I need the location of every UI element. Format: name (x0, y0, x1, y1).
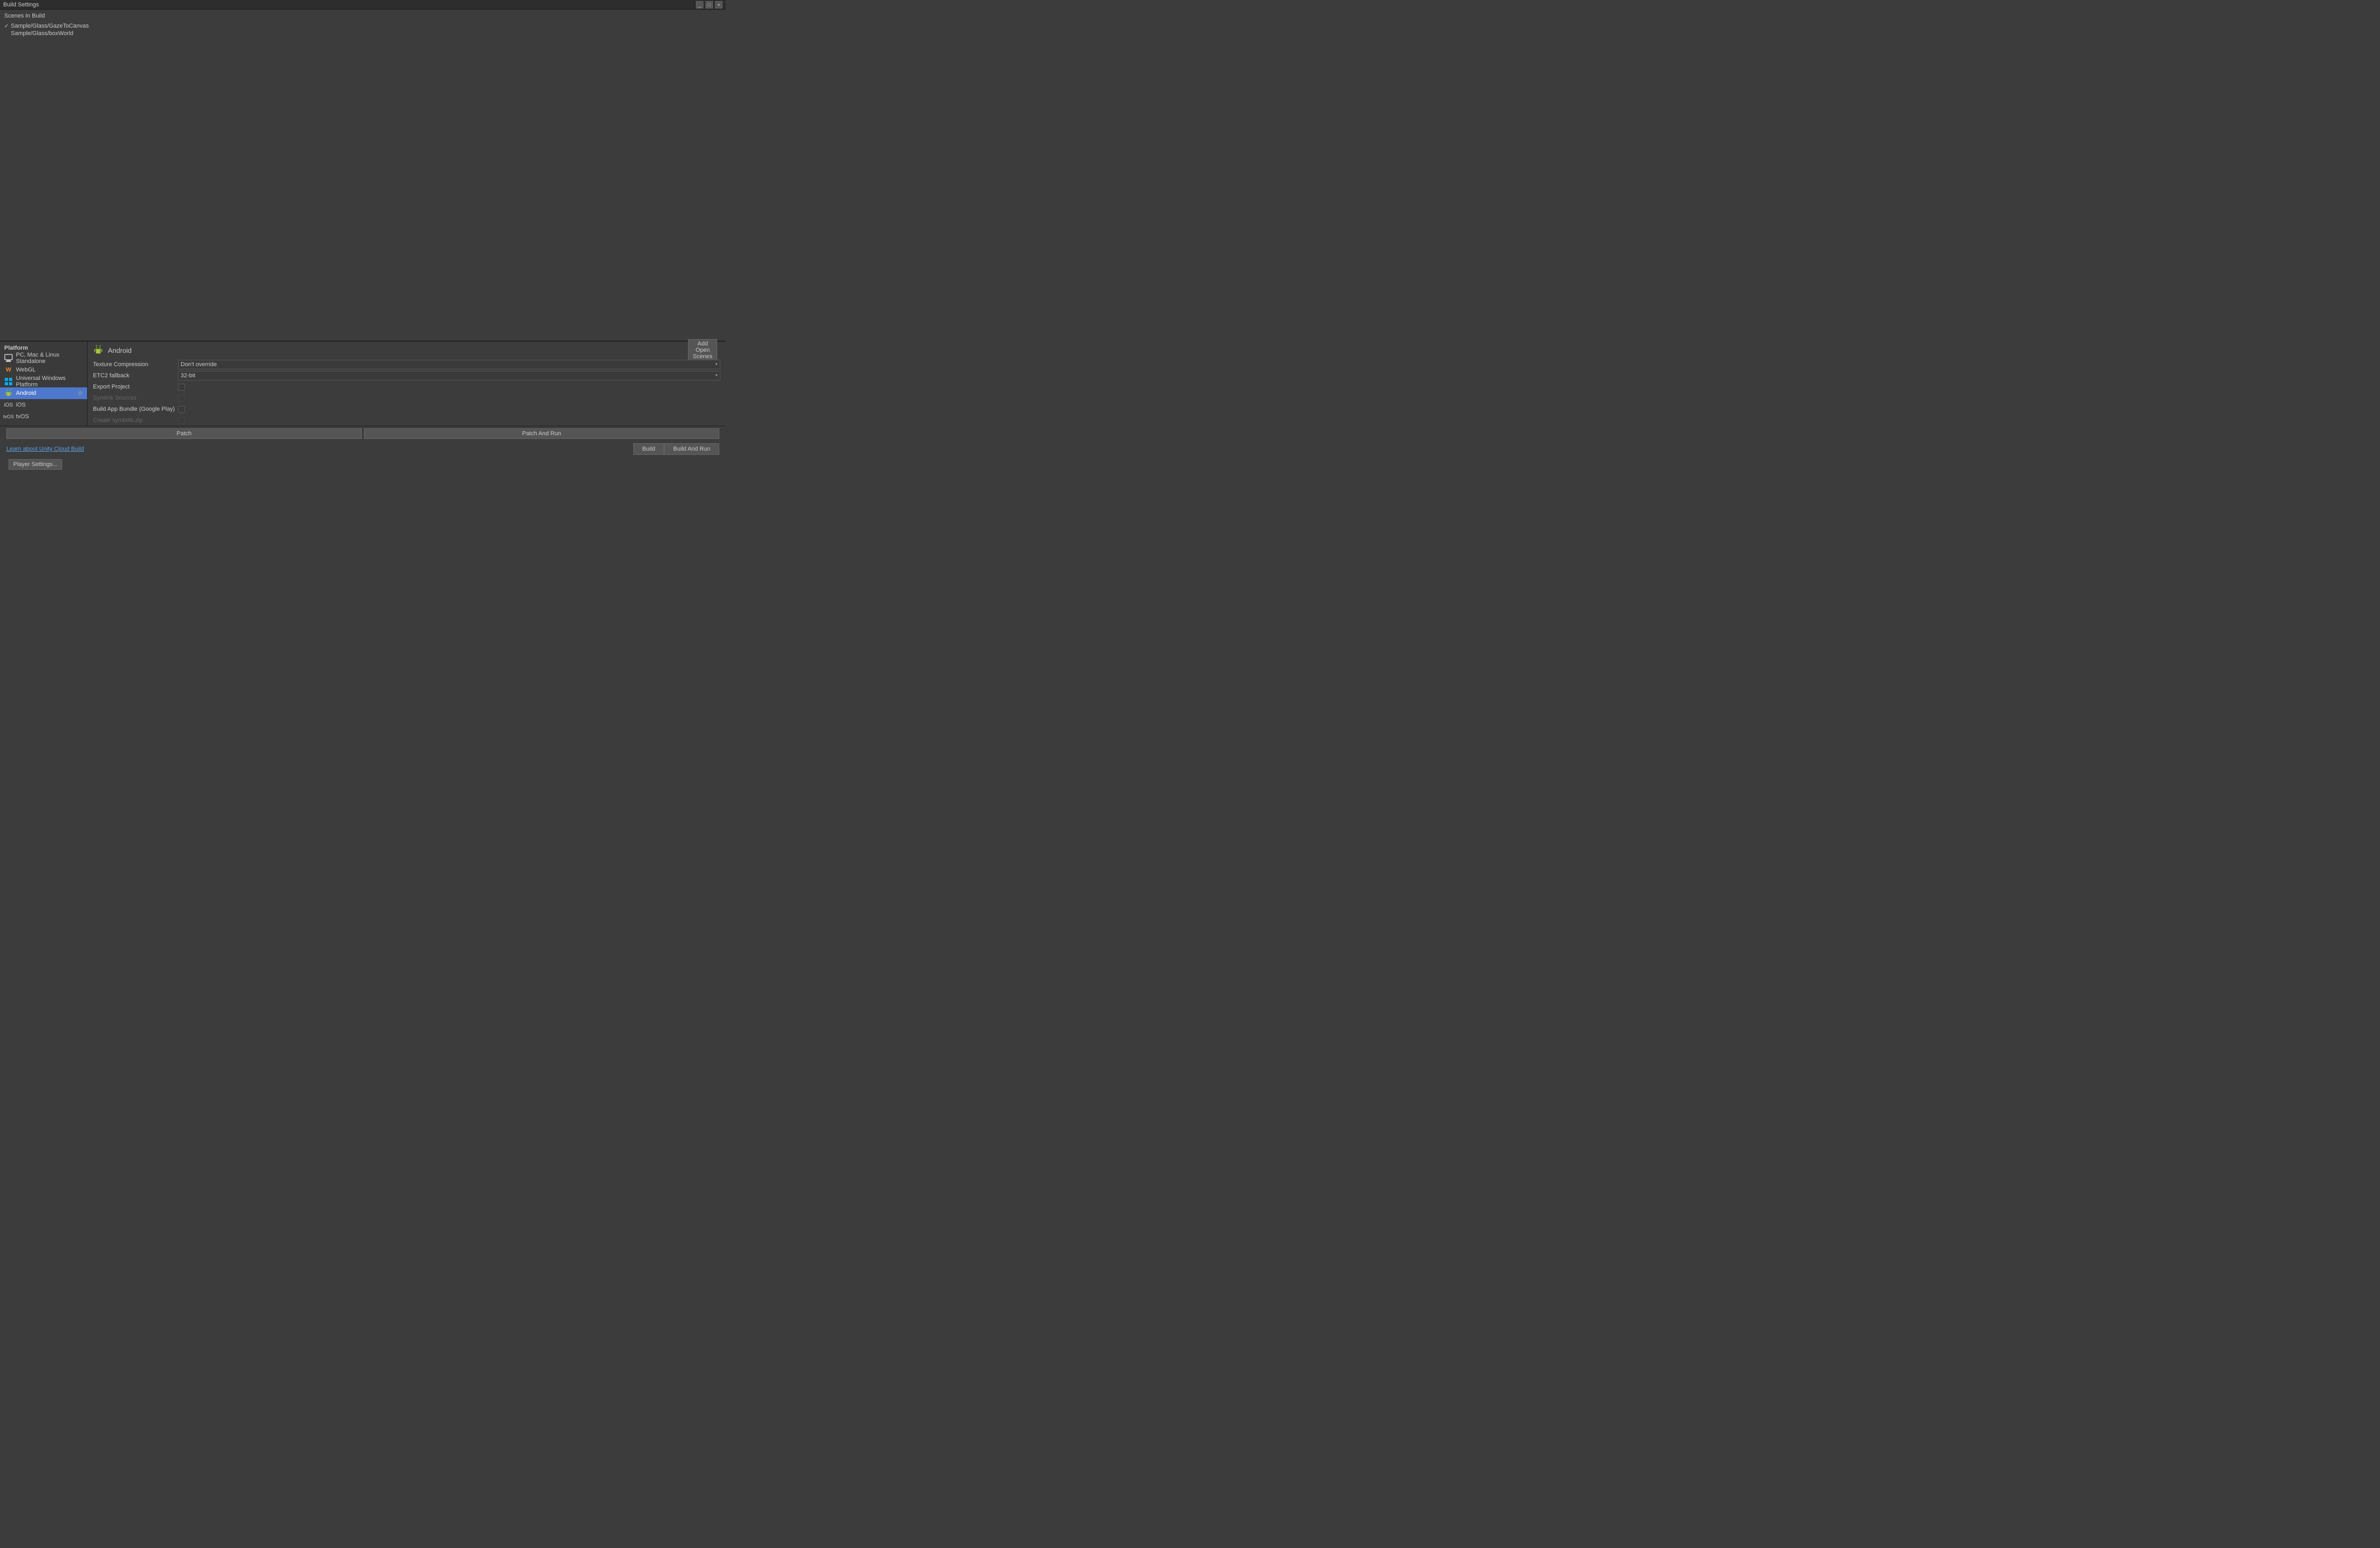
maximize-button[interactable]: □ (706, 1, 713, 9)
scenes-section: Scenes In Build ✓ Sample/Glass/GazeToCan… (0, 10, 726, 341)
add-open-scenes-button[interactable]: Add Open Scenes (688, 339, 717, 361)
export-project-label: Export Project (93, 384, 178, 390)
build-btn-group: Build Build And Run (633, 443, 719, 455)
export-project-row: Export Project (93, 382, 720, 392)
ios-icon: iOS (4, 401, 13, 409)
build-button[interactable]: Build (633, 443, 664, 455)
platform-item-webgl[interactable]: W WebGL (0, 364, 87, 376)
platform-item-uwp[interactable]: Universal Windows Platform (0, 376, 87, 387)
texture-compression-label: Texture Compression (93, 361, 178, 368)
platform-item-android[interactable]: Android ⚙ (0, 387, 87, 399)
texture-compression-dropdown[interactable]: Don't override (178, 360, 720, 369)
title-bar-title: Build Settings (3, 2, 39, 8)
close-button[interactable]: × (715, 1, 722, 9)
bottom-buttons-area: Patch Patch And Run Learn about Unity Cl… (0, 426, 726, 457)
android-header-icon (93, 345, 104, 356)
platform-item-pc[interactable]: PC, Mac & Linux Standalone (0, 352, 87, 364)
gear-icon[interactable]: ⚙ (78, 390, 83, 397)
platform-name-ios: iOS (16, 402, 26, 408)
android-icon (4, 389, 13, 397)
etc2-fallback-dropdown[interactable]: 32-bit (178, 371, 720, 380)
platform-name-tvos: tvOS (16, 413, 29, 420)
platform-name-android: Android (16, 390, 36, 396)
platform-header-name: Android (108, 346, 132, 354)
create-symbols-checkbox (178, 417, 185, 424)
build-and-run-button[interactable]: Build And Run (664, 443, 719, 455)
webgl-icon: W (4, 366, 13, 374)
minimize-button[interactable]: _ (696, 1, 703, 9)
texture-compression-row: Texture Compression Don't override (93, 360, 720, 369)
scenes-header: Scenes In Build (4, 13, 721, 19)
platform-item-tvos[interactable]: tvOS tvOS (0, 411, 87, 422)
build-app-bundle-label: Build App Bundle (Google Play) (93, 406, 178, 412)
platform-name-webgl: WebGL (16, 367, 36, 373)
windows-icon (4, 377, 13, 386)
scene-name: Sample/Glass/boxWorld (11, 30, 73, 37)
android-platform-header: Android (93, 345, 720, 356)
etc2-fallback-dropdown-wrapper: 32-bit (178, 371, 720, 380)
platform-item-ios[interactable]: iOS iOS (0, 399, 87, 411)
patch-and-run-button[interactable]: Patch And Run (364, 428, 719, 439)
build-buttons-row: Learn about Unity Cloud Build Build Buil… (4, 441, 721, 455)
scene-name: Sample/Glass/GazeToCanvas (11, 23, 89, 29)
tvos-icon: tvOS (4, 412, 13, 421)
symlink-sources-checkbox (178, 395, 185, 402)
player-settings-area: Player Settings... (0, 457, 726, 474)
etc2-fallback-row: ETC2 fallback 32-bit (93, 371, 720, 380)
main-container: Scenes In Build ✓ Sample/Glass/GazeToCan… (0, 10, 726, 474)
bottom-section: Platform PC, Mac & Linux Standalone W We… (0, 341, 726, 474)
learn-cloud-build-link[interactable]: Learn about Unity Cloud Build (6, 446, 84, 452)
scene-list: ✓ Sample/Glass/GazeToCanvas ✓ Sample/Gla… (4, 21, 721, 38)
scene-item: ✓ Sample/Glass/boxWorld (4, 30, 721, 37)
build-app-bundle-checkbox[interactable] (178, 406, 185, 413)
platform-list: Platform PC, Mac & Linux Standalone W We… (0, 342, 88, 426)
symlink-sources-row: Symlink Sources (93, 393, 720, 403)
symlink-sources-label: Symlink Sources (93, 395, 178, 401)
export-project-checkbox[interactable] (178, 384, 185, 391)
build-app-bundle-row: Build App Bundle (Google Play) (93, 404, 720, 414)
etc2-fallback-label: ETC2 fallback (93, 373, 178, 379)
create-symbols-row: Create symbols.zip (93, 416, 720, 425)
create-symbols-label: Create symbols.zip (93, 417, 178, 424)
scene-checkbox[interactable]: ✓ (4, 23, 8, 29)
platform-name-uwp: Universal Windows Platform (16, 375, 83, 388)
texture-compression-dropdown-wrapper: Don't override (178, 360, 720, 369)
platform-name-pc: PC, Mac & Linux Standalone (16, 352, 83, 365)
patch-button[interactable]: Patch (6, 428, 362, 439)
settings-panel: Android Texture Compression Don't overri… (88, 342, 726, 426)
scene-item: ✓ Sample/Glass/GazeToCanvas (4, 22, 721, 30)
pc-icon (4, 354, 13, 362)
title-bar-controls: _ □ × (696, 1, 722, 9)
patch-buttons-row: Patch Patch And Run (4, 428, 721, 439)
player-settings-button[interactable]: Player Settings... (8, 459, 62, 470)
platform-area: Platform PC, Mac & Linux Standalone W We… (0, 342, 726, 426)
title-bar: Build Settings _ □ × (0, 0, 726, 10)
platform-label: Platform (0, 343, 87, 352)
